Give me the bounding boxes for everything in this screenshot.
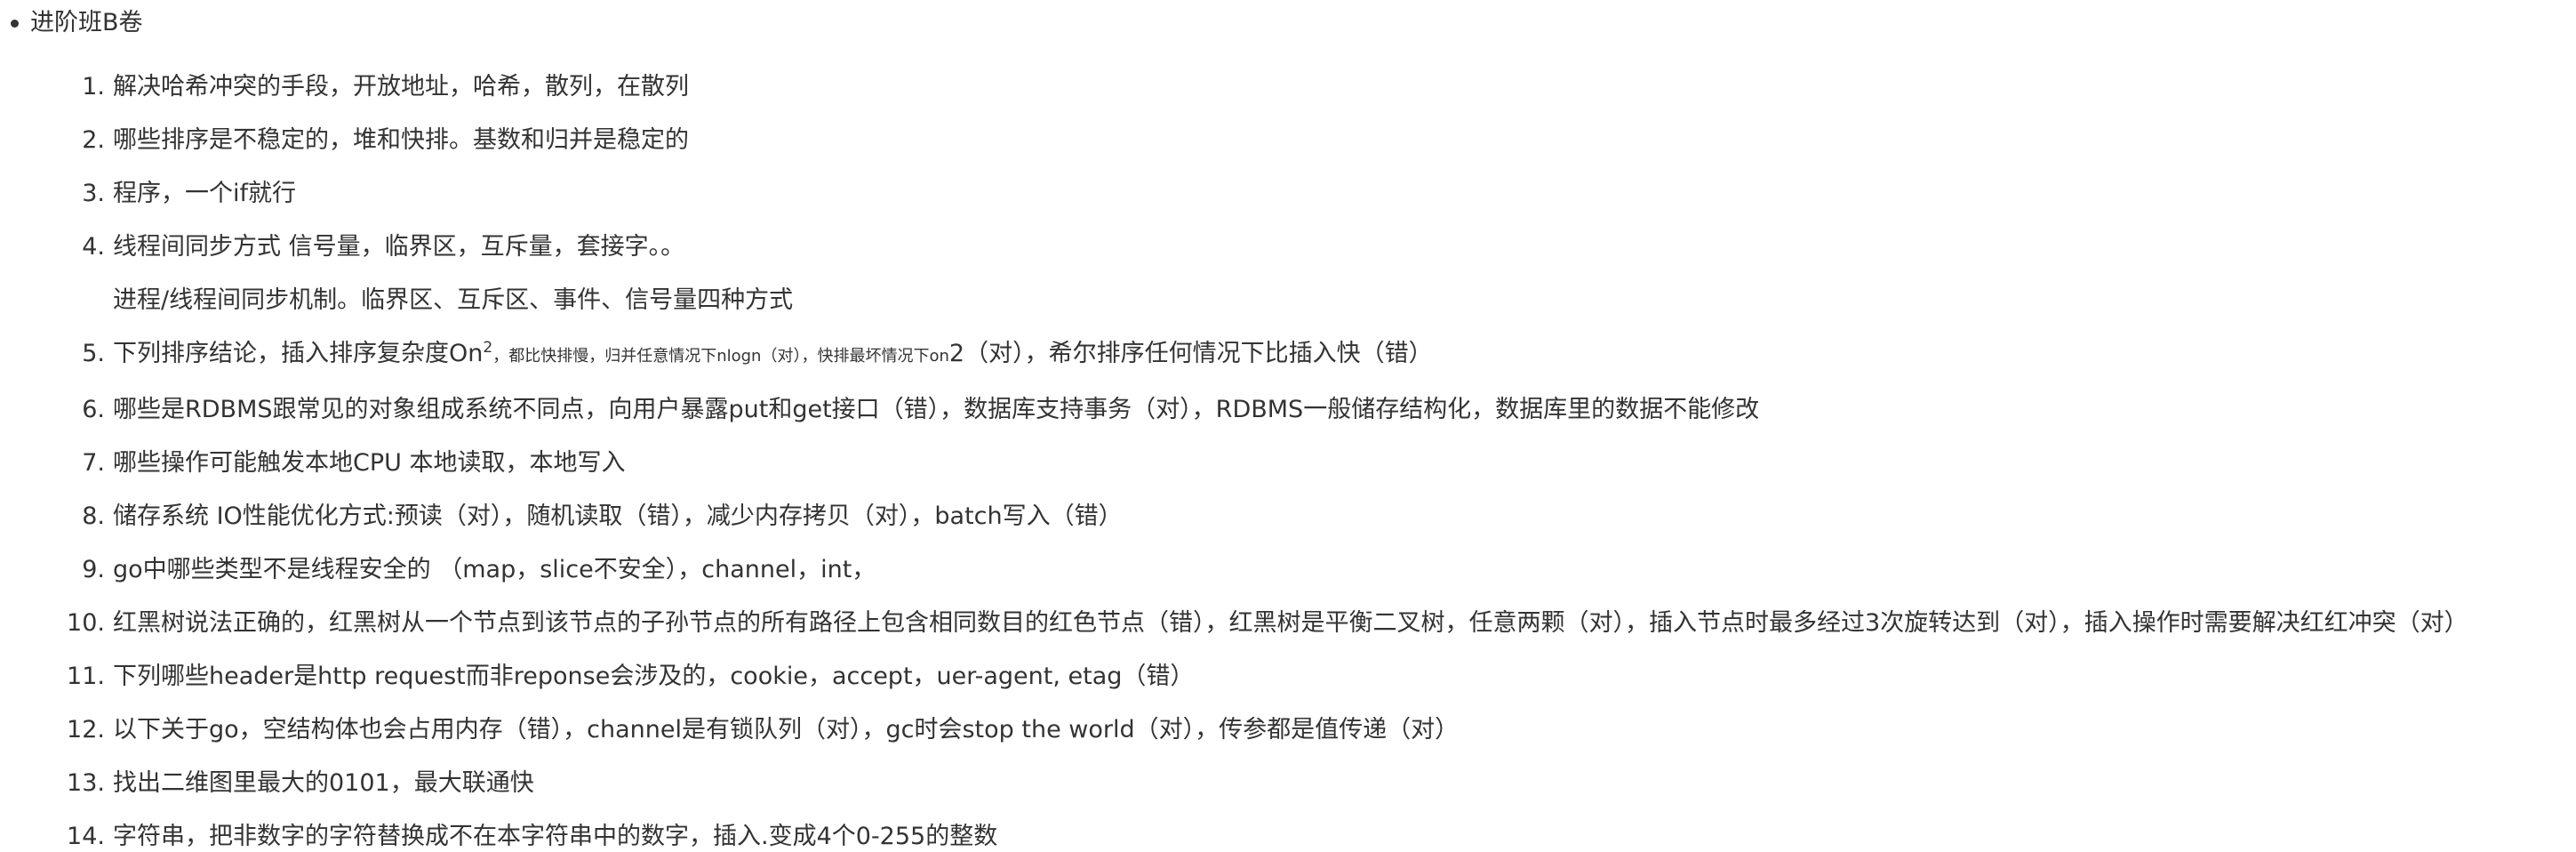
item-text: 以下关于go，空结构体也会占用内存（错），channel是有锁队列（对），gc时… xyxy=(113,716,1460,743)
item-number: 4. xyxy=(82,233,105,261)
bullet-icon xyxy=(11,20,19,28)
item-text-line-2: 进程/线程间同步机制。临界区、互斥区、事件、信号量四种方式 xyxy=(113,286,794,314)
list-item-14: 14. 字符串，把非数字的字符替换成不在本字符串中的数字，插入.变成4个0-25… xyxy=(30,814,2576,852)
item-number: 5. xyxy=(82,340,105,367)
item-number: 2. xyxy=(82,126,105,154)
list-item-9: 9. go中哪些类型不是线程安全的 （map，slice不安全），channel… xyxy=(30,547,2576,593)
item-number: 13. xyxy=(67,769,105,797)
list-item-8: 8. 储存系统 IO性能优化方式:预读（对），随机读取（错），减少内存拷贝（对）… xyxy=(30,494,2576,540)
item-text: 红黑树说法正确的，红黑树从一个节点到该节点的子孙节点的所有路径上包含相同数目的红… xyxy=(113,609,2468,637)
list-item-11: 11. 下列哪些header是http request而非reponse会涉及的… xyxy=(30,654,2576,700)
item-text: 解决哈希冲突的手段，开放地址，哈希，散列，在散列 xyxy=(113,73,689,100)
top-bullet-list: 进阶班B卷 1. 解决哈希冲突的手段，开放地址，哈希，散列，在散列 2. 哪些排… xyxy=(0,0,2576,852)
list-item-4: 4. 线程间同步方式 信号量，临界区，互斥量，套接字。。 进程/线程间同步机制。… xyxy=(30,224,2576,324)
question-list: 1. 解决哈希冲突的手段，开放地址，哈希，散列，在散列 2. 哪些排序是不稳定的… xyxy=(30,64,2576,852)
item-text: 找出二维图里最大的0101，最大联通快 xyxy=(113,769,534,797)
list-item-13: 13. 找出二维图里最大的0101，最大联通快 xyxy=(30,760,2576,807)
item-number: 10. xyxy=(67,609,105,637)
item-number: 12. xyxy=(67,716,105,743)
list-item-6: 6. 哪些是RDBMS跟常见的对象组成系统不同点，向用户暴露put和get接口（… xyxy=(30,387,2576,433)
list-item-1: 1. 解决哈希冲突的手段，开放地址，哈希，散列，在散列 xyxy=(30,64,2576,110)
item-text: 字符串，把非数字的字符替换成不在本字符串中的数字，插入.变成4个0-255的整数 xyxy=(113,823,998,850)
item-number: 7. xyxy=(82,449,105,477)
item-number: 8. xyxy=(82,502,105,530)
item-number: 11. xyxy=(67,663,105,690)
item-text-line-1: 线程间同步方式 信号量，临界区，互斥量，套接字。。 xyxy=(113,233,685,261)
list-item-7: 7. 哪些操作可能触发本地CPU 本地读取，本地写入 xyxy=(30,440,2576,486)
item-text: 哪些是RDBMS跟常见的对象组成系统不同点，向用户暴露put和get接口（错），… xyxy=(113,396,1760,423)
superscript-value: 2 xyxy=(483,339,493,357)
item-text: 哪些操作可能触发本地CPU 本地读取，本地写入 xyxy=(113,449,626,477)
item-text: 程序，一个if就行 xyxy=(113,180,297,207)
item-number: 14. xyxy=(67,823,105,850)
item-text-part-1: 下列排序结论，插入排序复杂度On xyxy=(113,340,484,367)
item-text-part-2: 2（对），希尔排序任何情况下比插入快（错） xyxy=(948,340,1433,367)
item-number: 3. xyxy=(82,180,105,207)
item-text: go中哪些类型不是线程安全的 （map，slice不安全），channel，in… xyxy=(113,556,876,583)
list-item-10: 10. 红黑树说法正确的，红黑树从一个节点到该节点的子孙节点的所有路径上包含相同… xyxy=(30,600,2576,647)
item-number: 1. xyxy=(82,73,105,100)
list-item-3: 3. 程序，一个if就行 xyxy=(30,171,2576,217)
item-number: 6. xyxy=(82,396,105,423)
list-item-12: 12. 以下关于go，空结构体也会占用内存（错），channel是有锁队列（对）… xyxy=(30,707,2576,753)
section-bullet-item: 进阶班B卷 1. 解决哈希冲突的手段，开放地址，哈希，散列，在散列 2. 哪些排… xyxy=(0,0,2576,852)
item-text: 储存系统 IO性能优化方式:预读（对），随机读取（错），减少内存拷贝（对），ba… xyxy=(113,502,1123,530)
list-item-5: 5. 下列排序结论，插入排序复杂度On2，都比快排慢，归并任意情况下nlogn（… xyxy=(30,331,2576,380)
item-number: 9. xyxy=(82,556,105,583)
item-text: 哪些排序是不稳定的，堆和快排。基数和归并是稳定的 xyxy=(113,126,689,154)
item-text: 下列哪些header是http request而非reponse会涉及的，coo… xyxy=(113,663,1195,690)
small-text: ，都比快排慢，归并任意情况下nlogn（对），快排最坏情况下on xyxy=(492,347,949,366)
item-text-mixed: 下列排序结论，插入排序复杂度On2，都比快排慢，归并任意情况下nlogn（对），… xyxy=(113,331,2576,380)
list-item-2: 2. 哪些排序是不稳定的，堆和快排。基数和归并是稳定的 xyxy=(30,117,2576,164)
document-page: 进阶班B卷 1. 解决哈希冲突的手段，开放地址，哈希，散列，在散列 2. 哪些排… xyxy=(0,0,2576,852)
section-title: 进阶班B卷 xyxy=(30,9,143,36)
